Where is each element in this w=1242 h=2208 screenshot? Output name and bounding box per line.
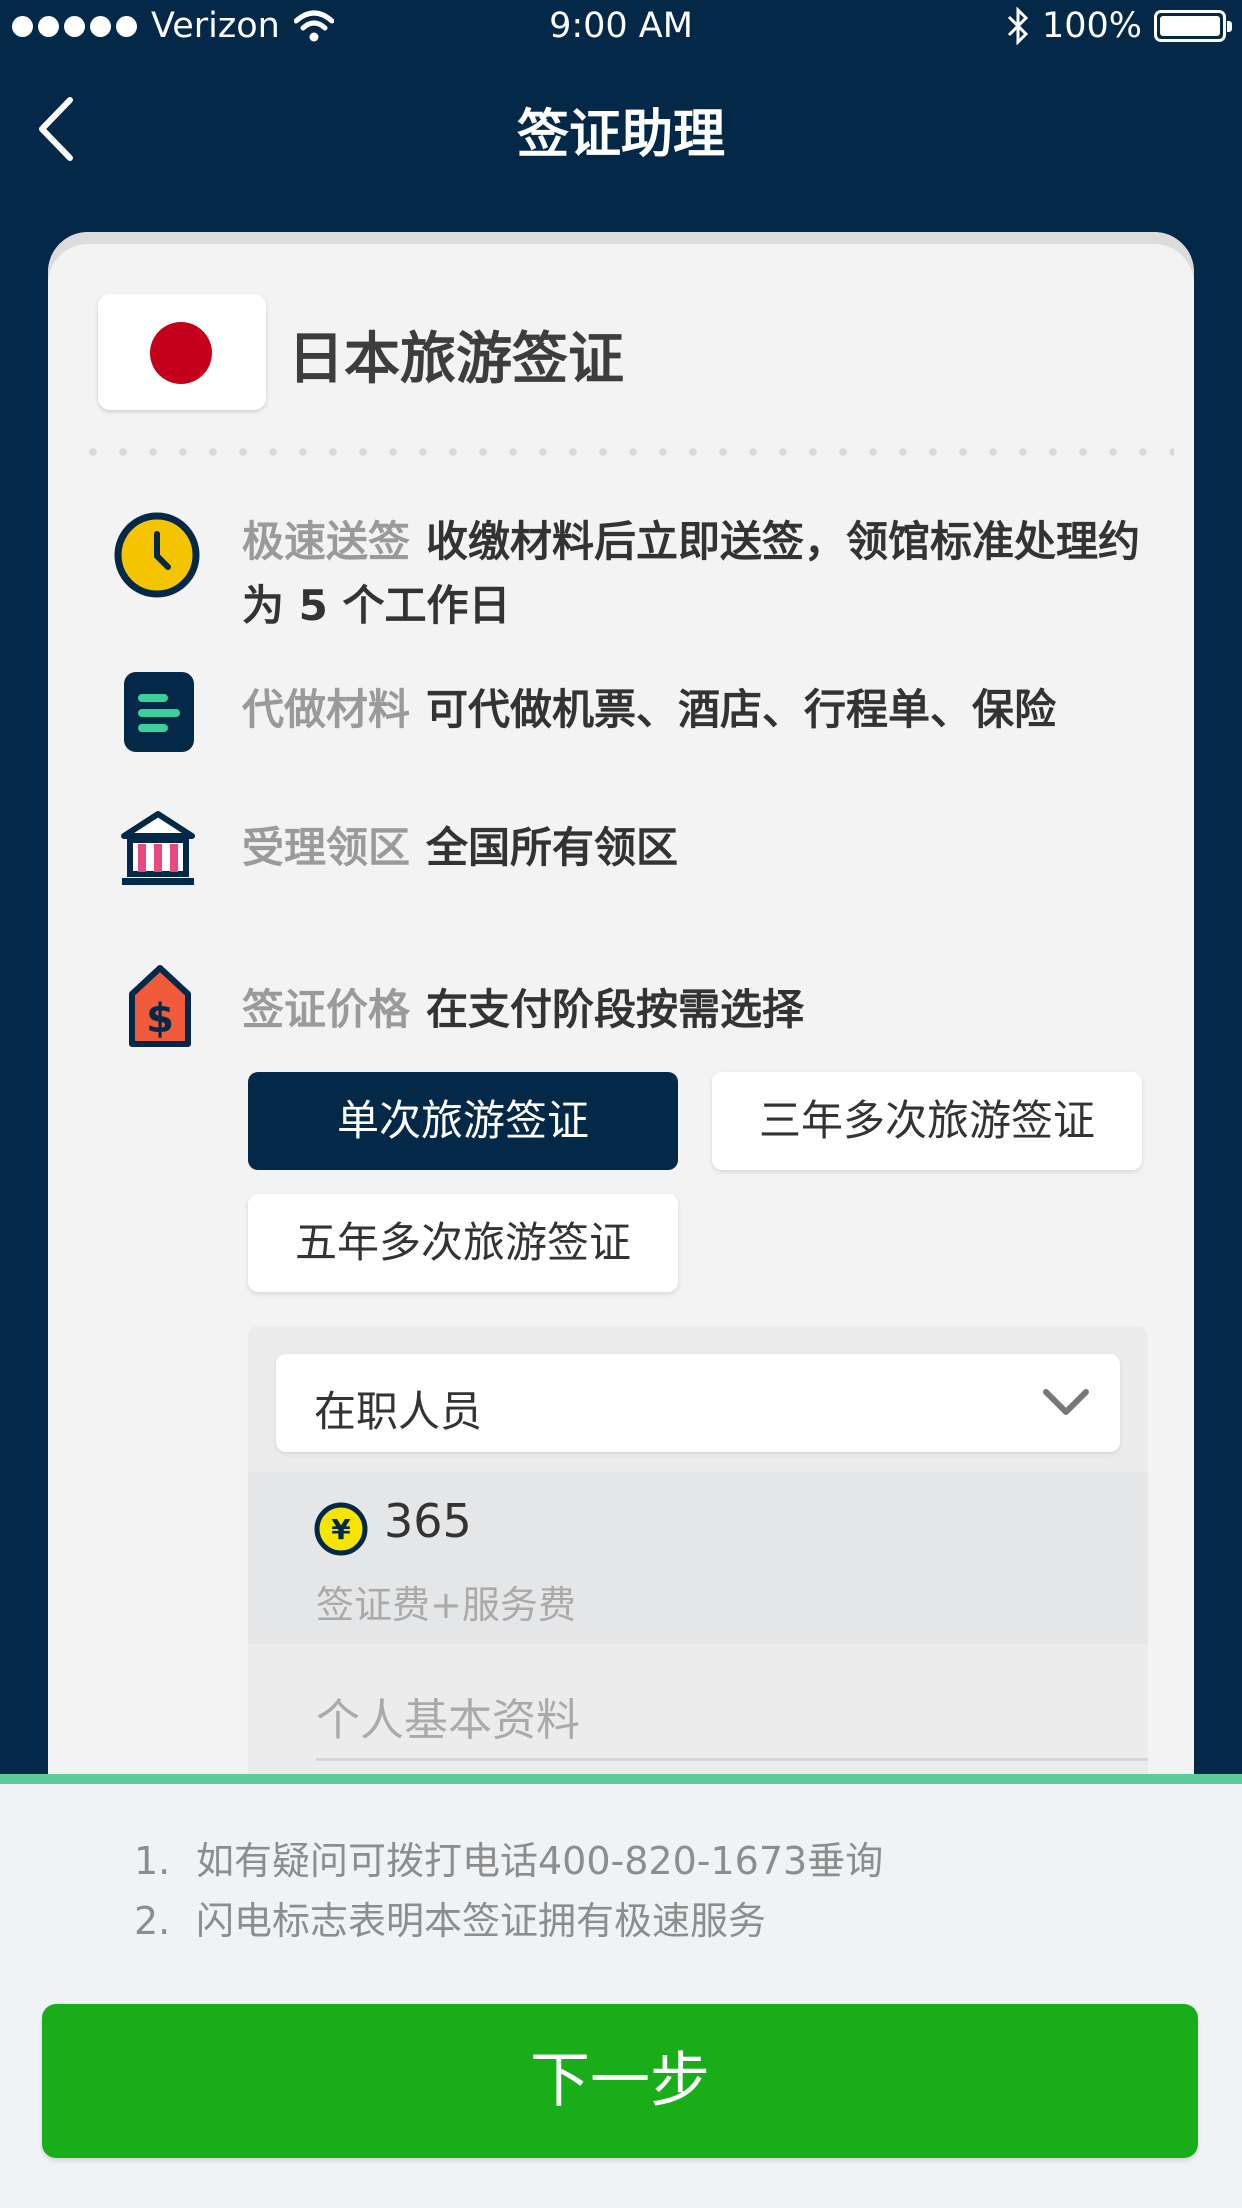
info-text-fast: 极速送签 收缴材料后立即送签，领馆标准处理约为 5 个工作日: [242, 517, 1141, 630]
status-right: 100%: [1006, 6, 1232, 46]
applicant-type-select[interactable]: 在职人员: [276, 1354, 1120, 1452]
battery-icon: [1154, 10, 1232, 42]
battery-percent: 100%: [1041, 6, 1142, 46]
yen-icon: ¥: [314, 1502, 368, 1556]
personal-info-section-label: 个人基本资料: [316, 1695, 580, 1746]
applicant-type-value: 在职人员: [314, 1387, 483, 1436]
svg-text:$: $: [146, 996, 174, 1042]
note-item: 2. 闪电标志表明本签证拥有极速服务: [134, 1899, 767, 1943]
info-text-price: 签证价格 在支付阶段按需选择: [242, 985, 805, 1034]
option-single-visa[interactable]: 单次旅游签证: [248, 1072, 678, 1170]
clock-icon: [114, 512, 200, 598]
bluetooth-icon: [1007, 7, 1029, 45]
price-value: 365: [384, 1494, 472, 1548]
svg-text:¥: ¥: [331, 1513, 351, 1546]
visa-detail-panel: 在职人员 ¥ 365 签证费+服务费 个人基本资料: [248, 1326, 1148, 1792]
price-block: ¥ 365 签证费+服务费: [248, 1472, 1148, 1644]
visa-card: 日本旅游签证 极速送签 收缴材料后立即送签，领馆标准处理约为 5 个工作日 代做材…: [48, 232, 1194, 1792]
note-item: 1. 如有疑问可拨打电话400-820-1673垂询: [134, 1839, 884, 1883]
info-text-region: 受理领区 全国所有领区: [242, 823, 679, 872]
document-icon: [124, 672, 194, 752]
option-five-year-visa[interactable]: 五年多次旅游签证: [248, 1194, 678, 1292]
section-divider: [316, 1758, 1148, 1761]
divider: [78, 448, 1174, 456]
visa-title: 日本旅游签证: [288, 327, 624, 392]
next-step-button[interactable]: 下一步: [42, 2004, 1198, 2158]
japan-flag-icon: [98, 294, 266, 410]
price-tag-icon: $: [129, 965, 191, 1047]
option-three-year-visa[interactable]: 三年多次旅游签证: [712, 1072, 1142, 1170]
price-note: 签证费+服务费: [316, 1583, 576, 1627]
chevron-down-icon: [1043, 1389, 1089, 1415]
page-title: 签证助理: [516, 105, 725, 165]
info-text-materials: 代做材料 可代做机票、酒店、行程单、保险: [242, 685, 1057, 734]
status-bar: Verizon 9:00 AM 100%: [0, 0, 1242, 60]
bank-icon: [121, 811, 195, 885]
bottom-panel: 1. 如有疑问可拨打电话400-820-1673垂询 2. 闪电标志表明本签证拥有极…: [0, 1774, 1242, 2208]
